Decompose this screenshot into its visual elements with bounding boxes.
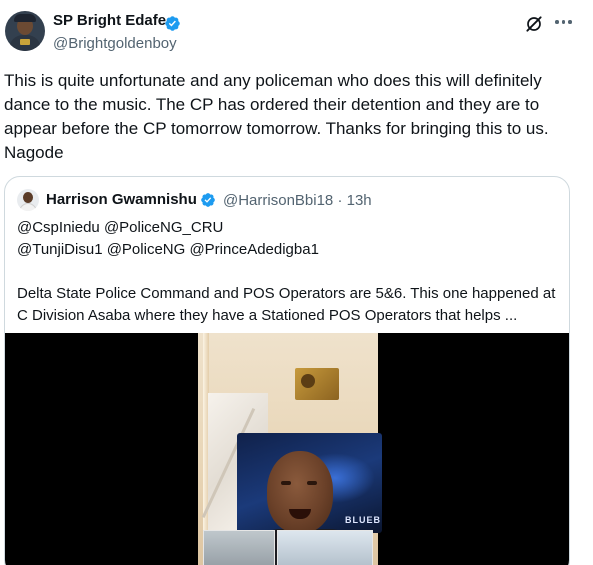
- media-tv-text: BLUEB: [345, 515, 381, 525]
- quoted-text: @CspIniedu @PoliceNG_CRU @TunjiDisu1 @Po…: [17, 217, 562, 327]
- more-icon[interactable]: [555, 20, 572, 24]
- quoted-meta: @HarrisonBbi18 · 13h: [223, 192, 372, 209]
- media-person-eye: [307, 481, 317, 485]
- more-dot: [568, 20, 572, 24]
- quoted-author-handle[interactable]: @HarrisonBbi18: [223, 192, 333, 209]
- media-person-head: [267, 451, 333, 533]
- verified-badge-icon: [165, 16, 180, 31]
- quoted-video-media[interactable]: BLUEB: [5, 333, 569, 565]
- quoted-avatar-body: [19, 203, 37, 211]
- media-person-eye: [281, 481, 291, 485]
- quoted-author-avatar[interactable]: [17, 189, 39, 211]
- meta-separator: ·: [337, 192, 343, 209]
- avatar-badge: [20, 39, 30, 45]
- author-handle[interactable]: @Brightgoldenboy: [53, 35, 177, 52]
- quoted-mentions-line-2: @TunjiDisu1 @PoliceNG @PrinceAdedigba1: [17, 241, 319, 258]
- verified-badge-icon: [201, 193, 215, 207]
- more-dot: [555, 20, 559, 24]
- grok-icon[interactable]: [524, 14, 544, 34]
- avatar-cap: [14, 14, 36, 22]
- media-inset-right: [277, 530, 373, 565]
- quoted-mentions-line-1: @CspIniedu @PoliceNG_CRU: [17, 219, 224, 236]
- media-plaque: [295, 368, 339, 400]
- quoted-body-text: Delta State Police Command and POS Opera…: [17, 285, 556, 324]
- quoted-tweet-card[interactable]: Harrison Gwamnishu @HarrisonBbi18 · 13h …: [4, 176, 570, 565]
- author-name[interactable]: SP Bright Edafe: [53, 12, 166, 29]
- more-dot: [561, 20, 565, 24]
- author-avatar[interactable]: [5, 11, 45, 51]
- tweet-text: This is quite unfortunate and any police…: [4, 71, 549, 162]
- quoted-timestamp[interactable]: 13h: [347, 192, 372, 209]
- quoted-avatar-head: [23, 192, 33, 203]
- media-inset-left: [203, 530, 275, 565]
- quoted-author-name[interactable]: Harrison Gwamnishu: [46, 191, 197, 208]
